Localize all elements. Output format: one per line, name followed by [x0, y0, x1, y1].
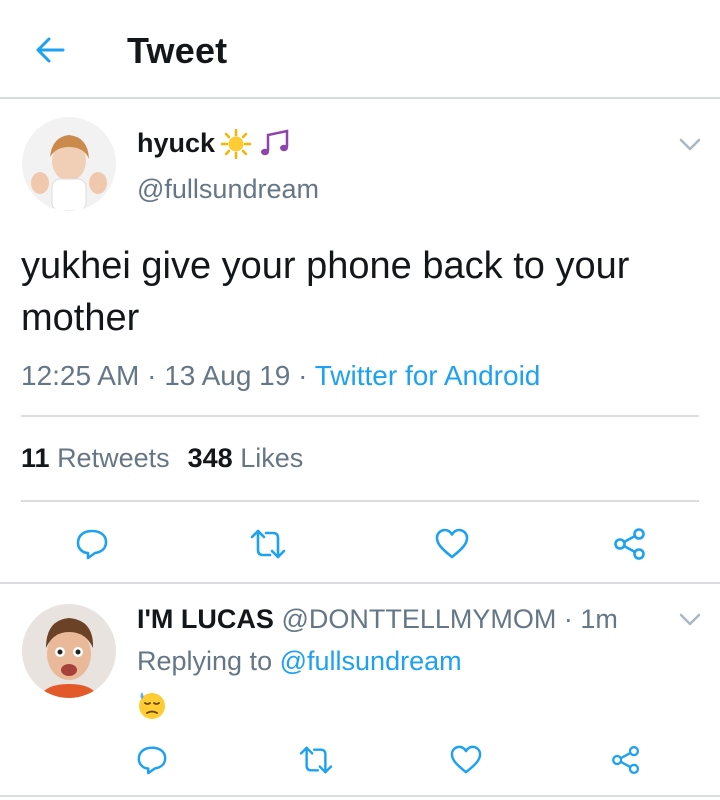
retweet-icon [299, 746, 333, 774]
reply-author[interactable]: I'M LUCAS @DONTTELLMYMOM · 1m [137, 604, 618, 635]
retweets-stat[interactable]: 11 Retweets [21, 443, 170, 473]
replying-prefix: Replying to [137, 646, 273, 676]
avatar[interactable] [22, 117, 116, 211]
back-button[interactable] [30, 30, 70, 70]
divider [21, 500, 699, 502]
retweet-count: 11 [21, 443, 50, 473]
back-arrow-icon [36, 37, 65, 63]
likes-stat[interactable]: 348 Likes [188, 443, 304, 473]
reply-avatar[interactable] [22, 604, 116, 698]
like-button[interactable] [432, 524, 472, 564]
share-button[interactable] [610, 524, 650, 564]
share-button[interactable] [606, 740, 646, 780]
likes-label: Likes [240, 443, 304, 473]
reply-handle: @DONTTELLMYMOM [281, 604, 557, 634]
retweets-label: Retweets [57, 443, 170, 473]
reply-button[interactable] [72, 524, 112, 564]
reply-icon [76, 529, 108, 560]
music-notes-emoji-icon [257, 128, 291, 159]
reply-button[interactable] [132, 740, 172, 780]
reply-time: 1m [580, 604, 618, 634]
separator-dot: · [147, 360, 157, 391]
replying-to: Replying to @fullsundream [137, 646, 462, 677]
tweet-source-link[interactable]: Twitter for Android [315, 360, 541, 391]
retweet-button[interactable] [294, 740, 338, 780]
heart-icon [450, 745, 482, 774]
chevron-down-icon[interactable] [678, 137, 702, 153]
author-display-name: hyuck [137, 128, 216, 158]
retweet-icon [250, 529, 286, 559]
reply-display-name: I'M LUCAS [137, 604, 274, 634]
share-icon [614, 528, 645, 560]
reply-icon [137, 746, 167, 775]
sun-emoji-icon [219, 128, 253, 159]
tweet-meta: 12:25 AM · 13 Aug 19 · Twitter for Andro… [21, 360, 540, 392]
separator-dot: · [298, 360, 308, 391]
like-count: 348 [187, 443, 233, 473]
share-icon [612, 746, 640, 774]
chevron-down-icon[interactable] [678, 612, 702, 628]
tweet-date: 13 Aug 19 [164, 360, 291, 391]
tweet-text: yukhei give your phone back to your moth… [21, 245, 630, 339]
separator-dot: · [563, 604, 573, 634]
like-button[interactable] [446, 740, 486, 780]
page-title: Tweet [127, 30, 228, 71]
divider [0, 795, 720, 797]
heart-icon [435, 528, 469, 559]
retweet-button[interactable] [246, 524, 290, 564]
downcast-face-with-sweat-emoji-icon [139, 692, 165, 719]
tweet-stats: 11 Retweets 348 Likes [21, 443, 303, 474]
divider [0, 582, 720, 584]
divider [21, 415, 699, 417]
author-name[interactable]: hyuck [137, 128, 291, 159]
replying-mention-link[interactable]: @fullsundream [280, 646, 462, 676]
tweet-time: 12:25 AM [21, 360, 140, 391]
author-handle[interactable]: @fullsundream [137, 174, 319, 205]
top-bar: Tweet [0, 0, 720, 99]
